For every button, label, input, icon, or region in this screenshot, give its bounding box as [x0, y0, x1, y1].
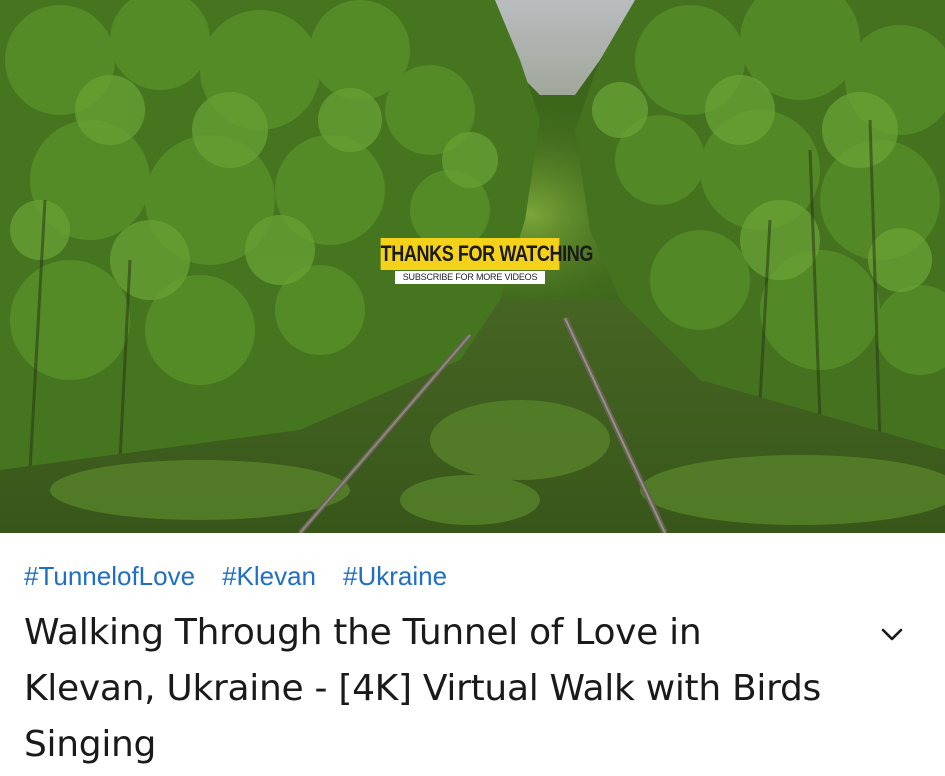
end-card-title: THANKS FOR WATCHING: [380, 238, 593, 270]
hashtag-link[interactable]: #TunnelofLove: [24, 559, 195, 593]
hashtag-list: #TunnelofLove #Klevan #Ukraine: [24, 559, 447, 593]
video-player[interactable]: THANKS FOR WATCHING SUBSCRIBE FOR MORE V…: [0, 0, 945, 533]
hashtag-link[interactable]: #Ukraine: [343, 559, 447, 593]
chevron-down-icon: [881, 628, 903, 641]
video-details: #TunnelofLove #Klevan #Ukraine Walking T…: [0, 533, 945, 776]
video-title[interactable]: Walking Through the Tunnel of Love in Kl…: [24, 605, 824, 773]
end-card-subtitle: SUBSCRIBE FOR MORE VIDEOS: [395, 271, 545, 284]
video-watch-page: THANKS FOR WATCHING SUBSCRIBE FOR MORE V…: [0, 0, 945, 776]
expand-description-button[interactable]: [872, 615, 912, 655]
hashtag-link[interactable]: #Klevan: [222, 559, 316, 593]
end-card-overlay: THANKS FOR WATCHING SUBSCRIBE FOR MORE V…: [361, 238, 593, 286]
